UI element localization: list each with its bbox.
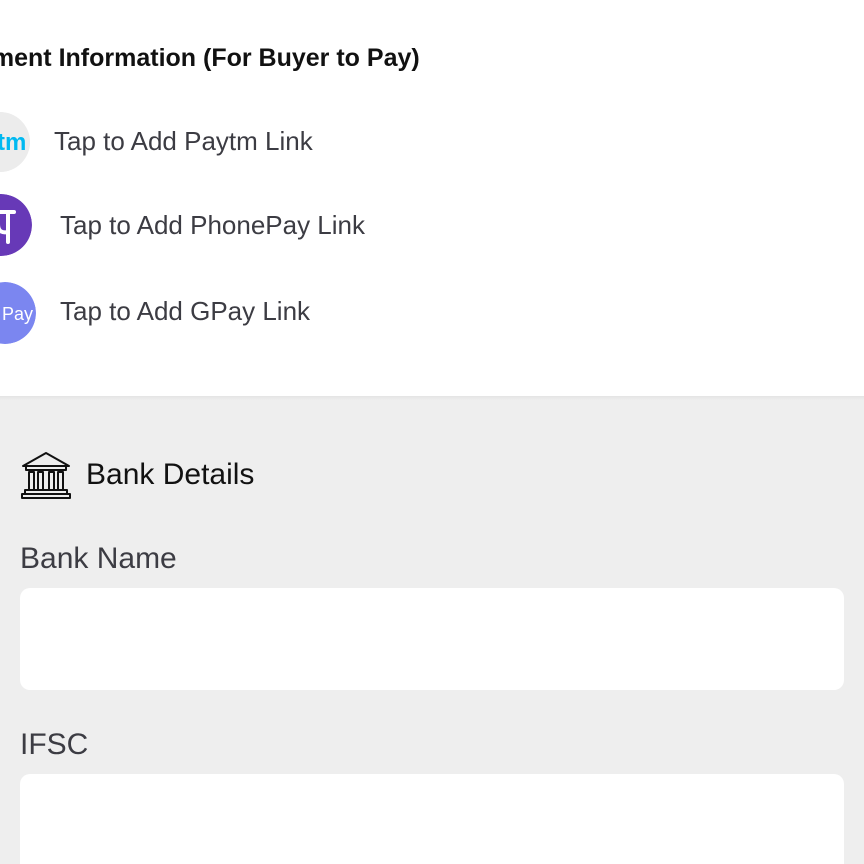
bank-name-label: Bank Name (20, 542, 177, 575)
svg-text:tm: tm (0, 129, 26, 156)
section-divider (0, 396, 864, 400)
screen: yment Information (For Buyer to Pay) tm … (0, 0, 864, 864)
add-phonepay-link-button[interactable]: Tap to Add PhonePay Link (0, 194, 700, 256)
phonepe-icon (0, 194, 32, 256)
payment-info-title: yment Information (For Buyer to Pay) (0, 44, 420, 72)
bank-icon (20, 450, 72, 500)
bank-details-section: Bank Details Bank Name IFSC (0, 396, 864, 864)
add-paytm-link-label: Tap to Add Paytm Link (54, 126, 313, 156)
bank-name-input[interactable] (20, 588, 844, 690)
gpay-icon: Pay (0, 282, 36, 344)
add-phonepay-link-label: Tap to Add PhonePay Link (60, 210, 366, 240)
ifsc-input[interactable] (20, 774, 844, 864)
payment-info-section: yment Information (For Buyer to Pay) tm … (0, 0, 864, 396)
add-gpay-link-label: Tap to Add GPay Link (60, 296, 311, 326)
paytm-icon: tm (0, 112, 30, 172)
ifsc-label: IFSC (20, 728, 89, 761)
add-gpay-link-button[interactable]: Pay Tap to Add GPay Link (0, 282, 700, 344)
bank-details-title: Bank Details (86, 458, 255, 491)
add-paytm-link-button[interactable]: tm Tap to Add Paytm Link (0, 112, 700, 174)
svg-text:Pay: Pay (2, 304, 33, 324)
